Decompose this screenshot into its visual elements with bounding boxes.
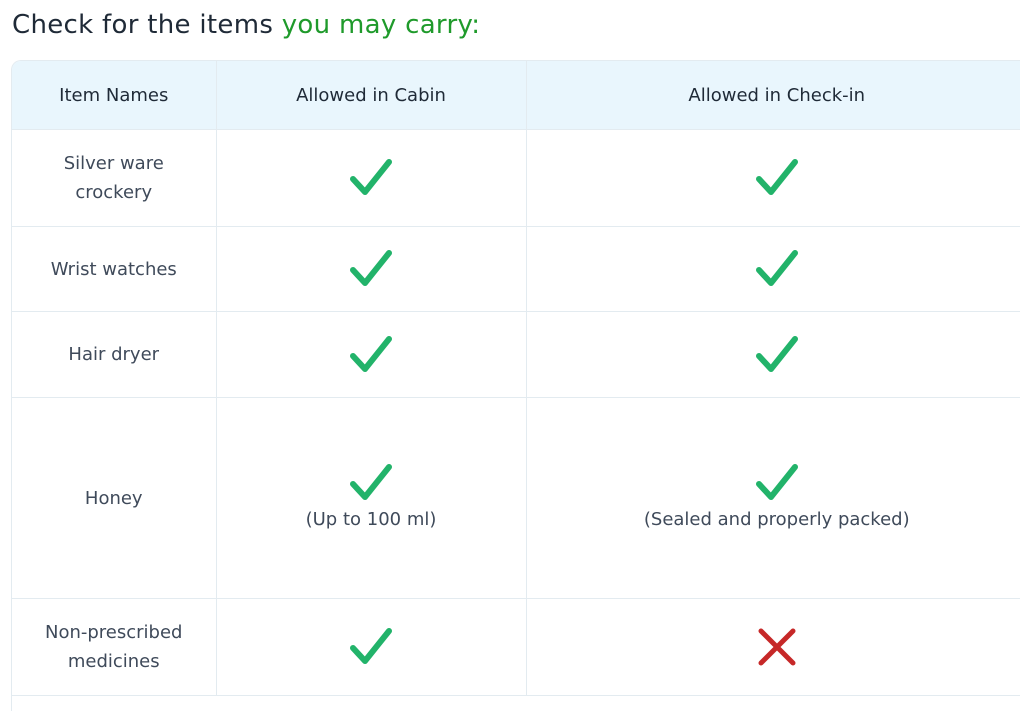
table-header-row: Item Names Allowed in Cabin Allowed in C… [12, 61, 1020, 130]
check-icon [755, 462, 799, 504]
check-icon [349, 157, 393, 199]
item-name-line: crockery [75, 182, 152, 203]
check-icon [755, 334, 799, 376]
item-name-cell: Non-prescribed medicines [12, 599, 216, 696]
item-name-line: medicines [68, 651, 160, 672]
cabin-cell [216, 599, 526, 696]
checkin-cell [526, 312, 1020, 398]
cabin-cell [216, 130, 526, 227]
cabin-cell [216, 227, 526, 312]
page-heading: Check for the items you may carry: [12, 10, 480, 40]
items-table: Item Names Allowed in Cabin Allowed in C… [12, 61, 1020, 696]
checkin-note: (Sealed and properly packed) [527, 506, 1020, 534]
item-name-line: Non-prescribed [45, 622, 183, 643]
cross-icon [756, 626, 798, 668]
check-icon [755, 248, 799, 290]
table-row: Honey (Up to 100 ml) (Sealed and properl… [12, 398, 1020, 599]
checkin-cell [526, 227, 1020, 312]
check-icon [755, 157, 799, 199]
item-name-cell: Hair dryer [12, 312, 216, 398]
check-icon [349, 248, 393, 290]
item-name-line: Silver ware [64, 153, 164, 174]
table-row: Silver ware crockery [12, 130, 1020, 227]
checkin-cell [526, 599, 1020, 696]
table-row: Hair dryer [12, 312, 1020, 398]
items-table-container: Item Names Allowed in Cabin Allowed in C… [11, 60, 1020, 711]
check-icon [349, 626, 393, 668]
check-icon [349, 334, 393, 376]
check-icon [349, 462, 393, 504]
item-name-cell: Wrist watches [12, 227, 216, 312]
checkin-cell [526, 130, 1020, 227]
table-row: Wrist watches [12, 227, 1020, 312]
table-row: Non-prescribed medicines [12, 599, 1020, 696]
header-allowed-checkin: Allowed in Check-in [526, 61, 1020, 130]
header-allowed-cabin: Allowed in Cabin [216, 61, 526, 130]
heading-main: Check for the items [12, 10, 282, 40]
item-name-cell: Silver ware crockery [12, 130, 216, 227]
cabin-cell: (Up to 100 ml) [216, 398, 526, 599]
heading-accent: you may carry: [282, 10, 481, 40]
cabin-note: (Up to 100 ml) [217, 506, 526, 534]
cabin-cell [216, 312, 526, 398]
checkin-cell: (Sealed and properly packed) [526, 398, 1020, 599]
header-item-names: Item Names [12, 61, 216, 130]
item-name-cell: Honey [12, 398, 216, 599]
